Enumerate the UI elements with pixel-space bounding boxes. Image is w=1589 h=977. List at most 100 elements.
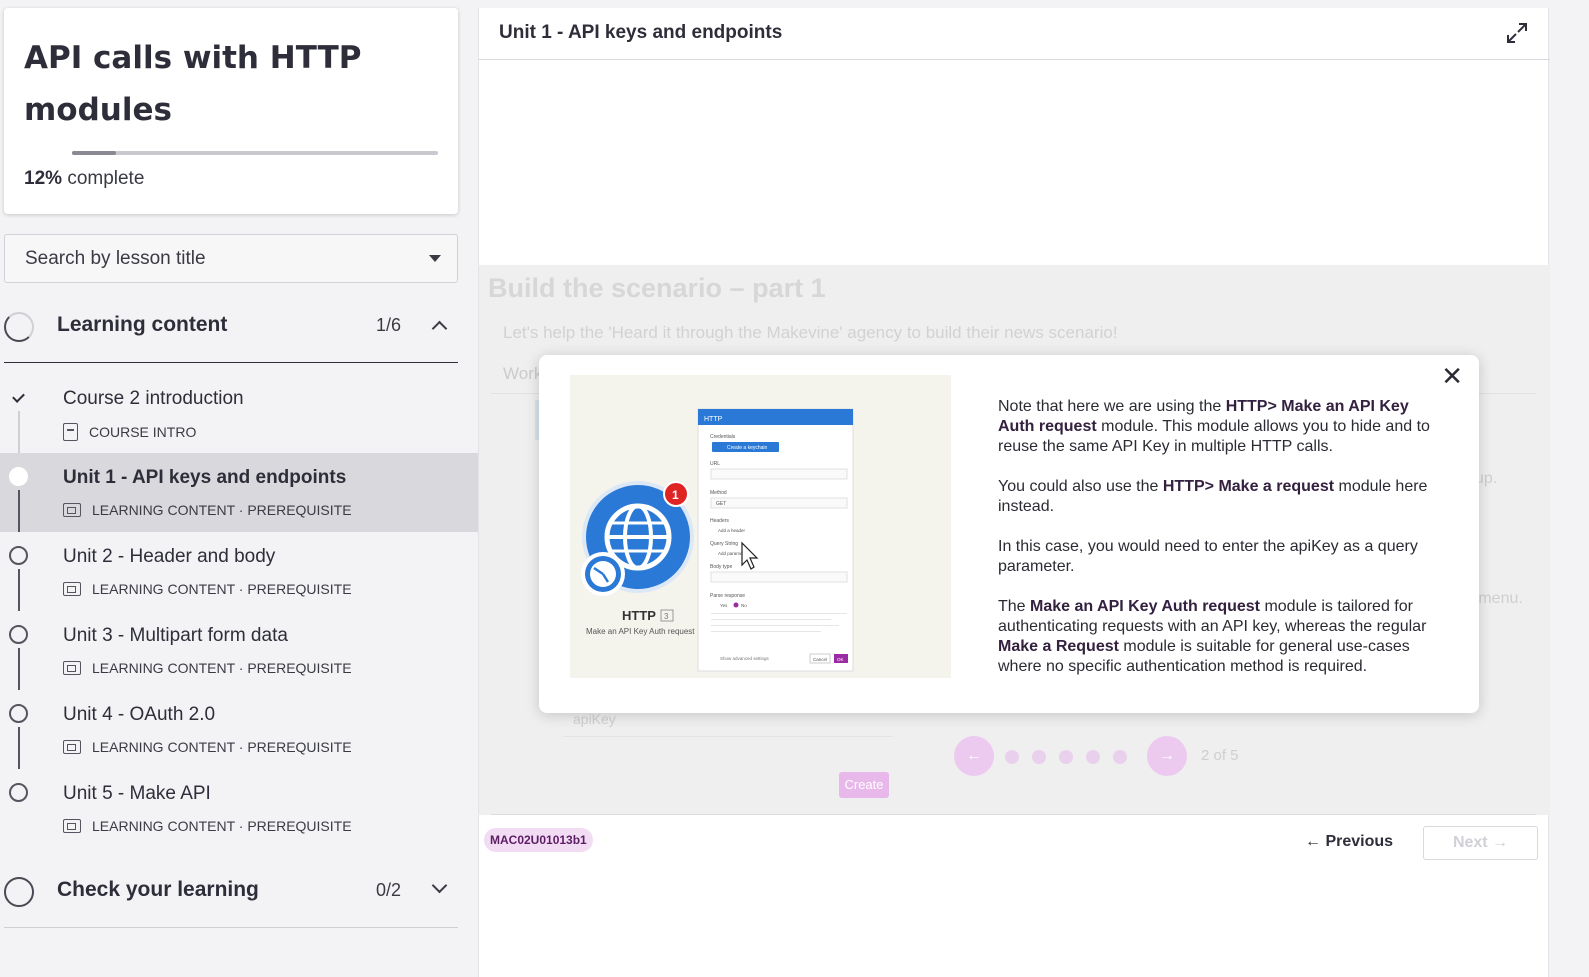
lesson-content-panel: Unit 1 - API keys and endpoints Build th…	[478, 8, 1550, 977]
section-count: 0/2	[376, 880, 402, 900]
carousel-dot	[1059, 750, 1073, 764]
background-heading: Build the scenario – part 1	[488, 273, 826, 303]
lesson-search-dropdown[interactable]: Search by lesson title	[4, 234, 458, 283]
panel-field-label: Body type	[710, 564, 732, 570]
panel-field-label: Credentials	[710, 434, 736, 440]
background-tab-label: Work	[503, 364, 543, 383]
module-name: HTTP	[622, 608, 656, 623]
lesson-title: Unit 5 - Make API	[63, 783, 211, 804]
chevron-down-icon[interactable]	[431, 877, 448, 894]
panel-link: Add a header	[718, 528, 746, 533]
modal-paragraph: In this case, you would need to enter th…	[998, 538, 1418, 575]
lesson-meta-text: LEARNING CONTENT · PREREQUISITE	[92, 818, 352, 834]
modal-paragraph: The Make an API Key Auth request module …	[998, 597, 1448, 677]
panel-field-value: GET	[716, 501, 726, 507]
lesson-meta: LEARNING CONTENT · PREREQUISITE	[63, 581, 352, 597]
modal-paragraph: Note that here we are using the HTTP> Ma…	[998, 397, 1448, 457]
timeline-connector	[18, 648, 20, 690]
caret-down-icon	[429, 255, 441, 262]
chevron-up-icon[interactable]	[431, 320, 448, 337]
text-run: The	[998, 598, 1031, 615]
slides-icon	[63, 582, 81, 596]
section-title: Learning content	[57, 313, 228, 336]
panel-radio-label: Yes	[720, 603, 728, 608]
lesson-meta-text: COURSE INTRO	[89, 424, 197, 440]
footer-divider	[491, 814, 1536, 815]
lesson-node-icon	[9, 704, 28, 723]
carousel-dot	[1005, 750, 1019, 764]
lesson-meta: LEARNING CONTENT · PREREQUISITE	[63, 818, 352, 834]
search-placeholder: Search by lesson title	[25, 248, 206, 269]
section-progress-ring-icon	[4, 877, 34, 907]
lesson-item-unit-3[interactable]: Unit 3 - Multipart form data LEARNING CO…	[0, 611, 478, 690]
lesson-item-unit-2[interactable]: Unit 2 - Header and body LEARNING CONTEN…	[0, 532, 478, 611]
lesson-item-unit-1[interactable]: Unit 1 - API keys and endpoints LEARNING…	[0, 453, 478, 532]
lesson-meta: LEARNING CONTENT · PREREQUISITE	[63, 502, 352, 518]
panel-link: Show advanced settings	[720, 656, 770, 661]
module-number: 3	[664, 612, 669, 621]
panel-radio-label: No	[741, 603, 747, 608]
lesson-item-unit-4[interactable]: Unit 4 - OAuth 2.0 LEARNING CONTENT · PR…	[0, 690, 478, 769]
carousel-counter: 2 of 5	[1201, 747, 1239, 764]
carousel-next-arrow-icon: →	[1147, 736, 1187, 776]
lesson-meta-text: LEARNING CONTENT · PREREQUISITE	[92, 581, 352, 597]
section-divider	[4, 362, 458, 363]
section-title: Check your learning	[57, 878, 259, 901]
section-count: 1/6	[376, 315, 402, 335]
lesson-meta-text: LEARNING CONTENT · PREREQUISITE	[92, 739, 352, 755]
notification-badge: 1	[672, 488, 679, 502]
carousel-dot	[1086, 750, 1100, 764]
section-check-your-learning[interactable]: Check your learning 0/2	[4, 863, 458, 923]
modal-paragraph: You could also use the HTTP> Make a requ…	[998, 477, 1448, 517]
lesson-title: Unit 3 - Multipart form data	[63, 625, 288, 646]
panel-cancel-button: Cancel	[813, 657, 827, 662]
next-button[interactable]: Next →	[1423, 826, 1538, 860]
course-progress-fill	[72, 151, 116, 155]
close-icon[interactable]: ✕	[1441, 363, 1463, 389]
timeline-connector	[18, 727, 20, 769]
panel-field-label: Query String	[710, 541, 738, 547]
lesson-meta: LEARNING CONTENT · PREREQUISITE	[63, 739, 352, 755]
course-sidebar: API calls with HTTP modules 12% complete…	[0, 0, 478, 977]
lesson-meta: COURSE INTRO	[63, 423, 196, 441]
lesson-item-unit-5[interactable]: Unit 5 - Make API LEARNING CONTENT · PRE…	[0, 769, 478, 848]
slides-icon	[63, 503, 81, 517]
background-subtitle: Let's help the 'Heard it through the Mak…	[503, 323, 1118, 342]
bold-run: HTTP> Make a request	[1162, 478, 1335, 495]
section-learning-content[interactable]: Learning content 1/6	[4, 298, 458, 358]
lesson-node-icon	[9, 783, 28, 802]
progress-label: 12% complete	[24, 168, 144, 190]
lesson-meta-text: LEARNING CONTENT · PREREQUISITE	[92, 502, 352, 518]
bold-run: Make an API Key Auth request	[1030, 598, 1260, 615]
carousel-dots	[1005, 750, 1127, 764]
panel-field-label: Headers	[710, 518, 729, 524]
keychain-button: Create a keychain	[727, 445, 768, 451]
lesson-meta: LEARNING CONTENT · PREREQUISITE	[63, 660, 352, 676]
previous-button[interactable]: ← Previous	[1305, 833, 1393, 851]
current-lesson-node-icon	[9, 467, 28, 486]
info-modal: ✕ HTTP Credentials Create a keychain URL…	[539, 355, 1479, 713]
text-run: You could also use the	[998, 478, 1163, 495]
lesson-title: Unit 4 - OAuth 2.0	[63, 704, 216, 725]
panel-ok-button: OK	[837, 657, 844, 662]
section-progress-ring-icon	[4, 312, 34, 342]
timeline-connector	[18, 411, 20, 453]
timeline-connector	[18, 490, 20, 532]
lesson-meta-text: LEARNING CONTENT · PREREQUISITE	[92, 660, 352, 676]
lesson-title: Course 2 introduction	[63, 388, 244, 409]
lesson-header: Unit 1 - API keys and endpoints	[479, 8, 1550, 60]
lesson-title: Unit 1 - API keys and endpoints	[63, 467, 347, 488]
lesson-node-icon	[9, 546, 28, 565]
lesson-item-course-2-introduction[interactable]: Course 2 introduction COURSE INTRO	[0, 374, 478, 453]
panel-title: HTTP	[704, 416, 723, 423]
section-divider	[4, 927, 458, 928]
modal-body-text: Note that here we are using the HTTP> Ma…	[998, 397, 1448, 697]
course-title: API calls with HTTP modules	[24, 40, 362, 128]
course-progress-bar	[72, 151, 438, 155]
http-module-illustration: HTTP Credentials Create a keychain URL M…	[570, 375, 951, 678]
background-create-button: Create	[839, 772, 889, 798]
expand-fullscreen-icon[interactable]	[1506, 22, 1528, 44]
checkmark-icon	[9, 388, 28, 407]
progress-percent: 12%	[24, 168, 63, 189]
panel-field-label: Parse response	[710, 593, 745, 599]
